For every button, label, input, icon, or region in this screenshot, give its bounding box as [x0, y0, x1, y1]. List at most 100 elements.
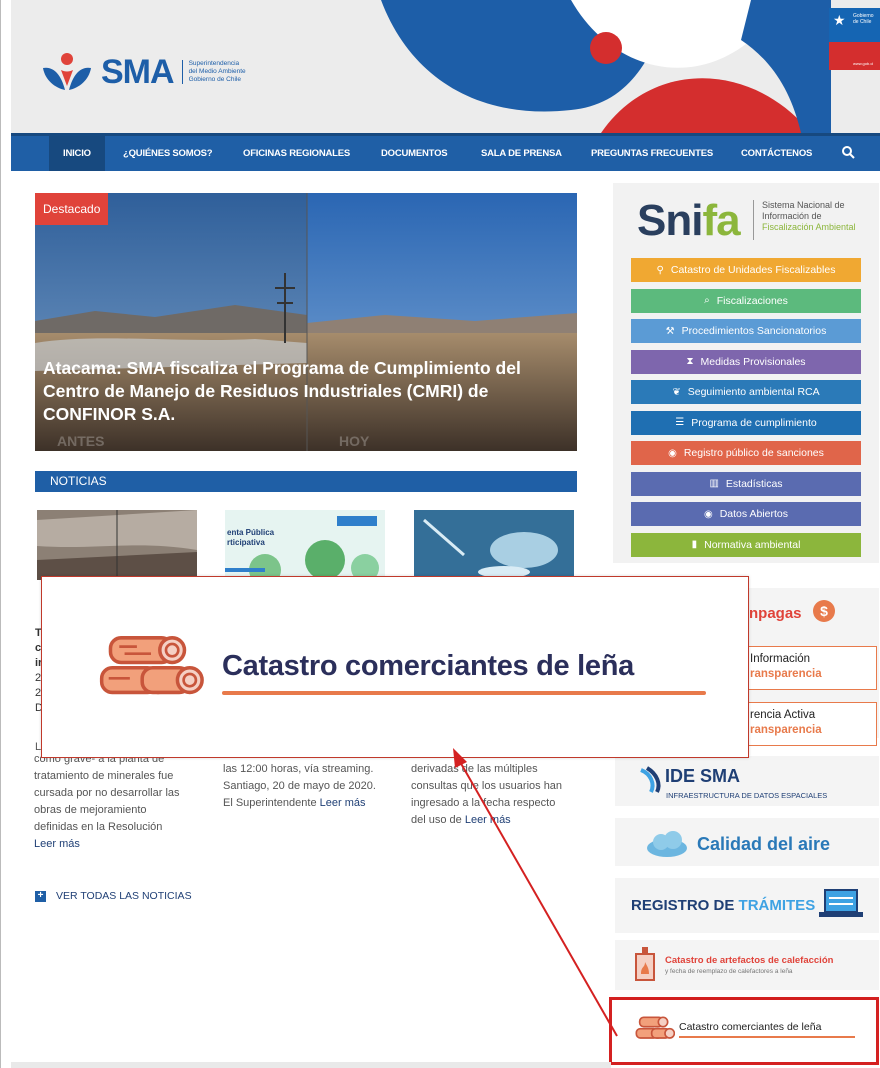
- logo-sub-line: Superintendencia: [188, 60, 240, 67]
- tramites-title: REGISTRO DE TRÁMITES: [631, 897, 815, 914]
- snifa-button-label: Normativa ambiental: [704, 538, 801, 551]
- snifa-button[interactable]: ⚲ Catastro de Unidades Fiscalizables: [631, 258, 861, 282]
- news-excerpt-line: del uso de: [411, 814, 462, 826]
- tramites-title-a: REGISTRO DE: [631, 897, 735, 914]
- ide-sma-subtitle: INFRAESTRUCTURA DE DATOS ESPACIALES: [666, 791, 828, 800]
- snifa-button[interactable]: ⚒ Procedimientos Sancionatorios: [631, 319, 861, 343]
- snifa-button[interactable]: ▮ Normativa ambiental: [631, 532, 861, 557]
- search-icon[interactable]: [841, 145, 855, 159]
- news-excerpt: derivadas de las múltiples consultas que…: [411, 761, 586, 829]
- firewood-merchants-underline: [679, 1036, 855, 1038]
- nav-item-inicio[interactable]: INICIO: [49, 136, 105, 171]
- transparency-line: Información: [750, 653, 811, 665]
- snifa-logo-accent: fa: [702, 196, 740, 245]
- plus-icon: +: [35, 890, 46, 902]
- coin-icon: $: [813, 600, 835, 622]
- transparency-line: ransparencia: [750, 724, 822, 736]
- list-icon: ☰: [675, 417, 685, 428]
- leaf-icon: ❦: [672, 386, 681, 398]
- map-marker-icon: ⚲: [656, 264, 664, 276]
- logo-subtitle: Superintendencia del Medio Ambiente Gobi…: [181, 60, 246, 84]
- read-more-link[interactable]: Leer más: [320, 797, 366, 809]
- nav-item-quienes-somos[interactable]: ¿QUIÉNES SOMOS?: [123, 136, 213, 171]
- snifa-button-label: Estadísticas: [725, 477, 783, 490]
- snifa-button[interactable]: ☰ Programa de cumplimiento: [631, 410, 861, 435]
- snifa-sub-line: Sistema Nacional de: [762, 200, 845, 210]
- firewood-logs-icon: [635, 1016, 675, 1039]
- zoom-callout-title: Catastro comerciantes de leña: [222, 650, 634, 682]
- gob-badge-label: Gobierno de Chile: [853, 13, 874, 25]
- snifa-logo[interactable]: Snifa: [637, 196, 741, 246]
- image-overlay-label: ANTES: [57, 433, 105, 449]
- thumbnail-caption: enta Pública rticipativa: [227, 528, 274, 548]
- firewood-merchants-label: Catastro comerciantes de leña: [679, 1021, 822, 1033]
- eye-icon: ◉: [703, 508, 713, 520]
- heater-catalog-title: Catastro de artefactos de calefacción: [665, 955, 834, 966]
- nav-item-documentos[interactable]: DOCUMENTOS: [381, 136, 448, 171]
- heater-icon: [635, 947, 655, 981]
- snifa-button-label: Seguimiento ambiental RCA: [687, 386, 820, 398]
- featured-news[interactable]: Destacado Atacama: SMA fiscaliza el Prog…: [35, 193, 577, 451]
- snifa-subtitle: Sistema Nacional de Información de Fisca…: [753, 200, 856, 240]
- site-header: SMA Superintendencia del Medio Ambiente …: [11, 0, 880, 133]
- transparency-info-button[interactable]: Información ransparencia: [745, 646, 877, 690]
- snifa-button-label: Datos Abiertos: [719, 508, 789, 520]
- nav-item-sala-de-prensa[interactable]: SALA DE PRENSA: [481, 136, 562, 171]
- featured-title[interactable]: Atacama: SMA fiscaliza el Programa de Cu…: [43, 357, 563, 426]
- thumbnail-caption-line: rticipativa: [227, 538, 265, 547]
- snifa-button[interactable]: ◉ Registro público de sanciones: [631, 441, 861, 465]
- snifa-sub-line: Fiscalización Ambiental: [762, 222, 856, 232]
- news-thumbnail[interactable]: [414, 510, 574, 580]
- snifa-button[interactable]: ◉ Datos Abiertos: [631, 502, 861, 526]
- nav-item-contactenos[interactable]: CONTÁCTENOS: [741, 136, 812, 171]
- news-excerpt-line: definidas en la Resolución: [34, 821, 163, 833]
- star-icon: ★: [833, 12, 846, 28]
- gob-url: www.gob.cl: [853, 61, 874, 66]
- search-icon: ⌕: [704, 295, 710, 306]
- snifa-button[interactable]: ⌕ Fiscalizaciones: [631, 288, 861, 313]
- air-quality-title: Calidad del aire: [697, 834, 831, 854]
- sma-logo[interactable]: SMA Superintendencia del Medio Ambiente …: [39, 52, 246, 92]
- gavel-icon: ⚒: [665, 325, 675, 337]
- news-thumbnail[interactable]: enta Pública rticipativa: [225, 510, 385, 580]
- ide-globe-icon: [640, 766, 661, 793]
- snifa-button[interactable]: ▥ Estadísticas: [631, 471, 861, 496]
- tramites-title-b: TRÁMITES: [738, 897, 816, 914]
- view-all-news-link[interactable]: + VER TODAS LAS NOTICIAS: [35, 890, 192, 902]
- transparency-line: rencia Activa: [750, 709, 816, 721]
- logo-sub-line: del Medio Ambiente: [188, 68, 246, 75]
- page: SMA Superintendencia del Medio Ambiente …: [0, 0, 880, 1068]
- nav-item-preguntas-frecuentes[interactable]: PREGUNTAS FRECUENTES: [591, 136, 713, 171]
- eye-icon: ◉: [668, 447, 677, 459]
- gobierno-de-chile-badge[interactable]: ★ Gobierno de Chile www.gob.cl: [829, 8, 880, 70]
- laptop-icon: [819, 889, 863, 917]
- news-excerpt-line: El Superintendente: [223, 797, 317, 809]
- snifa-button[interactable]: ❦ Seguimiento ambiental RCA: [631, 380, 861, 404]
- zoom-callout: Catastro comerciantes de leña: [41, 576, 749, 758]
- gob-label-line: de Chile: [853, 19, 872, 25]
- read-more-link[interactable]: Leer más: [34, 838, 80, 850]
- bar-chart-icon: ▥: [709, 478, 719, 489]
- read-more-link[interactable]: Leer más: [465, 814, 511, 826]
- snifa-button-label: Programa de cumplimiento: [691, 416, 817, 429]
- image-overlay-label: HOY: [339, 433, 370, 449]
- news-excerpt-line: obras de mejoramiento: [34, 804, 147, 816]
- campaign-label-partial[interactable]: npagas: [749, 605, 802, 622]
- news-excerpt: las 12:00 horas, vía streaming. Santiago…: [223, 761, 393, 812]
- news-excerpt-line: Santiago, 20 de mayo de 2020.: [223, 780, 376, 792]
- active-transparency-button[interactable]: rencia Activa ransparencia: [745, 702, 877, 746]
- snifa-button-label: Medidas Provisionales: [700, 355, 806, 368]
- snifa-button[interactable]: ⧗ Medidas Provisionales: [631, 349, 861, 374]
- main-nav: INICIO ¿QUIÉNES SOMOS? OFICINAS REGIONAL…: [11, 133, 880, 171]
- nav-item-oficinas-regionales[interactable]: OFICINAS REGIONALES: [243, 136, 350, 171]
- news-excerpt-line: tratamiento de minerales fue: [34, 770, 174, 782]
- news-excerpt: como grave- a la planta de tratamiento d…: [34, 751, 204, 853]
- news-excerpt-line: las 12:00 horas, vía streaming.: [223, 763, 374, 775]
- transparency-line: ransparencia: [750, 668, 822, 680]
- logo-text: SMA: [101, 52, 175, 91]
- logo-sub-line: Gobierno de Chile: [188, 76, 241, 83]
- book-icon: ▮: [691, 539, 698, 550]
- news-thumbnail[interactable]: [37, 510, 197, 580]
- zoom-callout-underline: [222, 691, 706, 695]
- firewood-logs-icon: [99, 636, 204, 695]
